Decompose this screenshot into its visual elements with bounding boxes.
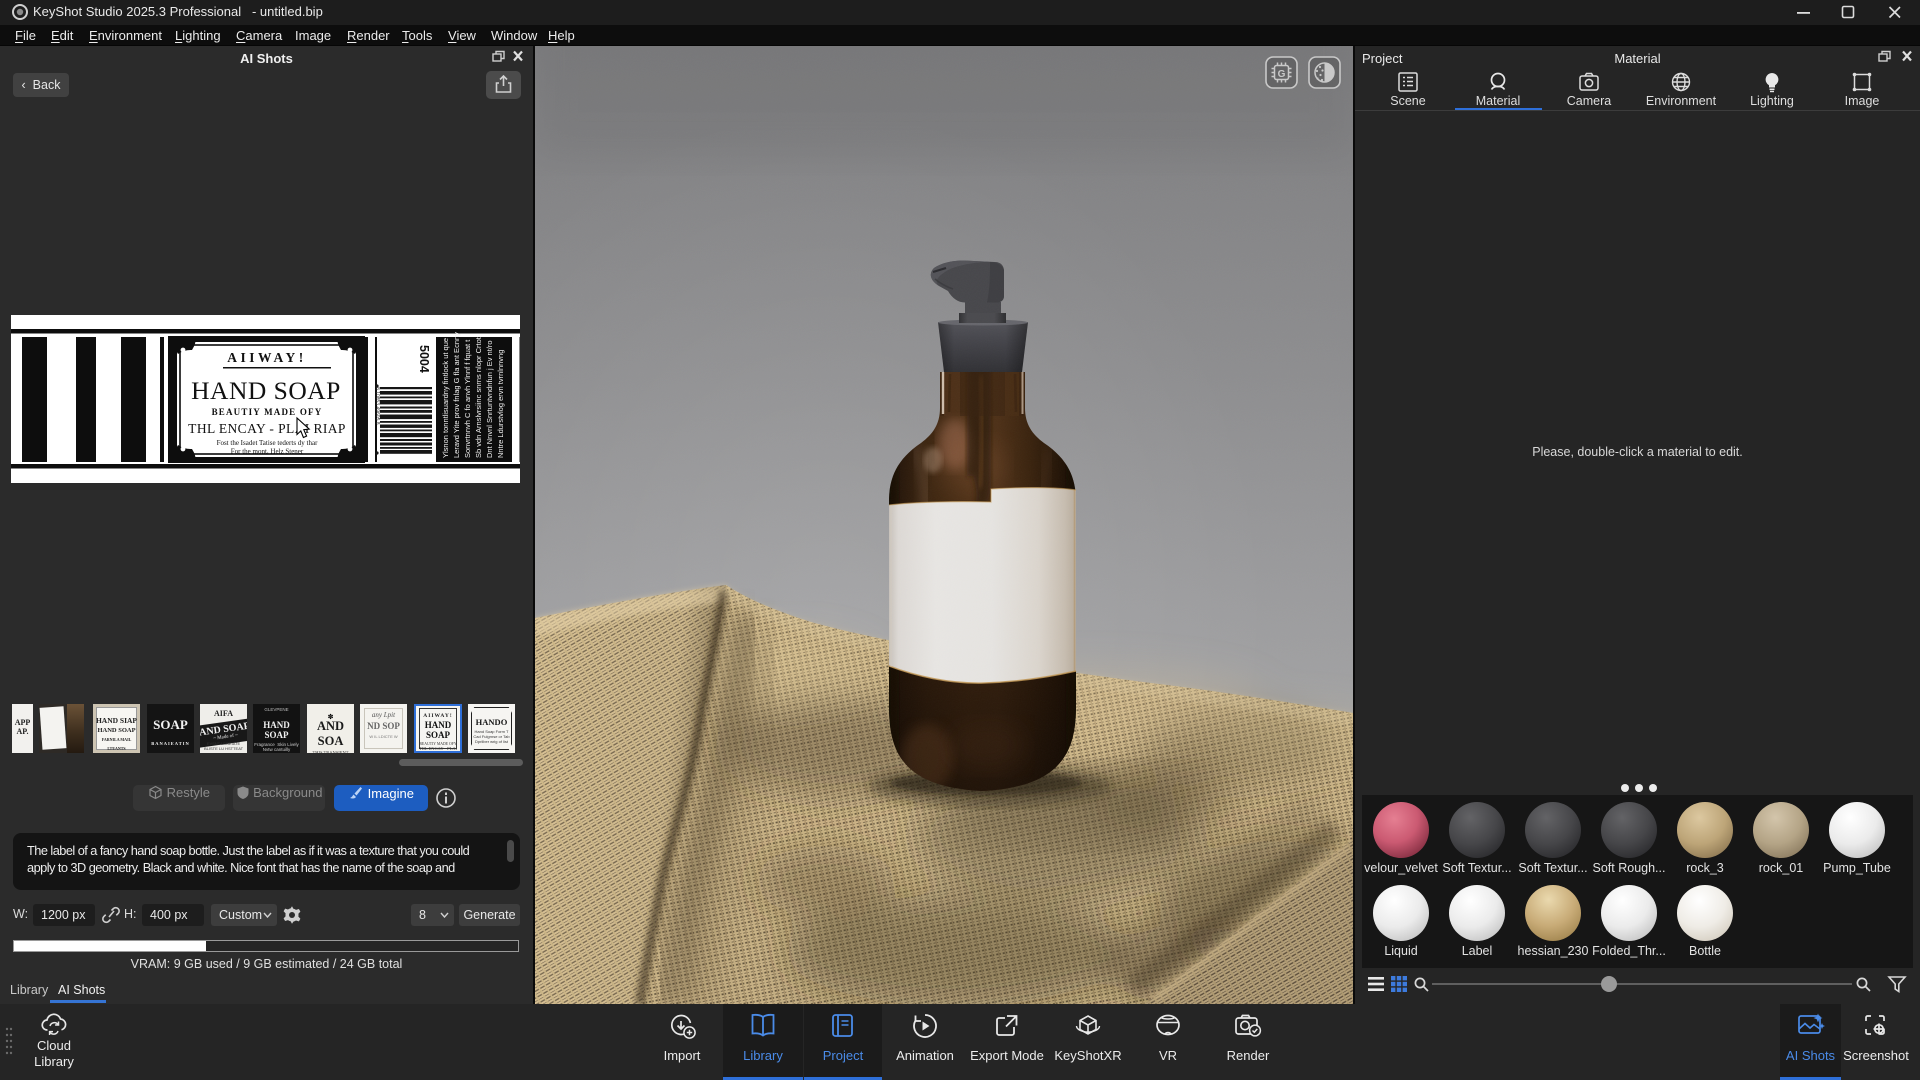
svg-text:AIIWAY!: AIIWAY! [227, 350, 307, 365]
svg-text:G: G [1278, 69, 1286, 80]
svg-text:Nntre Ldurstvlog ervn tvrnlnnv: Nntre Ldurstvlog ervn tvrnlnnvng [496, 350, 505, 458]
svg-text:THL ENCAY - PLAI RIAP: THL ENCAY - PLAI RIAP [188, 421, 346, 436]
svg-text:Sb vdn Arnslvrsiinc snrns nlop: Sb vdn Arnslvrsiinc snrns nlopr Crtot [474, 336, 483, 458]
svg-text:Sonvrtnnvh C fo anvh Ylnnf f f: Sonvrtnnvh C fo anvh Ylnnf f fquat t [463, 339, 472, 458]
svg-text:BEAUTIY MADE OFY: BEAUTIY MADE OFY [212, 407, 323, 417]
svg-text:Dnt Nnvnl Snrtuntvndnfun j Ev: Dnt Nnvnl Snrtuntvndnfun j Ev nt/ro [485, 340, 494, 458]
svg-text:Leravd Yite prov fnlag G fla a: Leravd Yite prov fnlag G fla ant Ecnny [452, 332, 461, 458]
svg-text:Ylsnon tonntlisuardny fintlock: Ylsnon tonntlisuardny fintlock ut que [441, 338, 450, 458]
svg-text:8 10853 49605 8: 8 10853 49605 8 [374, 387, 380, 425]
svg-text:Fost the Isadet Tatise tederts: Fost the Isadet Tatise tederts dy thar [217, 439, 319, 447]
svg-text:For the mont, Helz Stener: For the mont, Helz Stener [231, 448, 304, 456]
svg-text:HAND SOAP: HAND SOAP [191, 376, 341, 405]
svg-text:5004: 5004 [417, 345, 431, 373]
